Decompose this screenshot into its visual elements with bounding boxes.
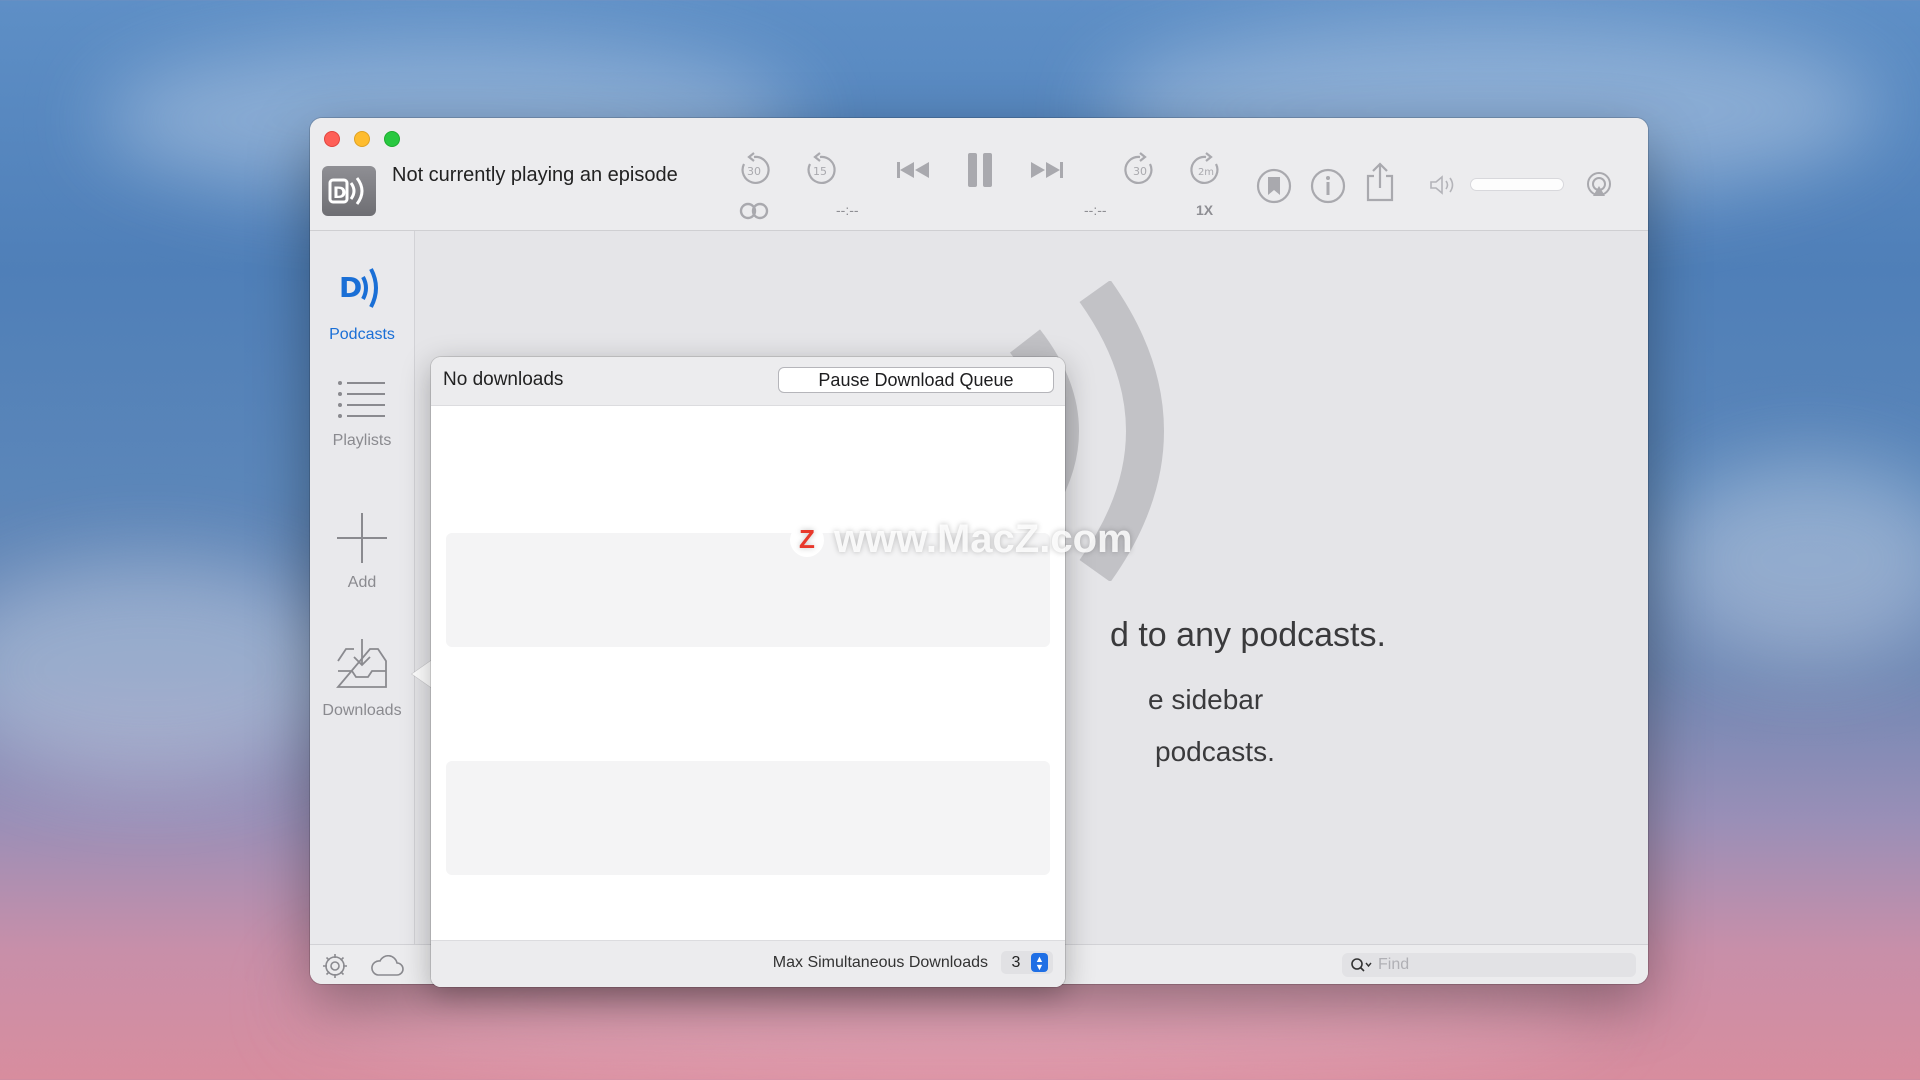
remaining-time: --:-- bbox=[1084, 202, 1107, 218]
loop-icon bbox=[739, 202, 769, 220]
sidebar: D Podcasts Playlists Add Downloads bbox=[310, 231, 415, 944]
empty-state-heading: d to any podcasts. bbox=[1110, 616, 1386, 654]
volume-button[interactable] bbox=[1426, 170, 1462, 200]
pause-download-queue-button[interactable]: Pause Download Queue bbox=[778, 367, 1054, 393]
forward-30-icon: 30 bbox=[1124, 152, 1153, 184]
cloud-icon bbox=[371, 955, 404, 976]
info-button[interactable] bbox=[1308, 166, 1348, 206]
skip-back-15-button[interactable]: 15 bbox=[800, 150, 840, 190]
empty-state-text: e sidebar bbox=[1148, 684, 1264, 715]
loop-button[interactable] bbox=[734, 198, 774, 224]
site-watermark: Z www.MacZ.com bbox=[790, 517, 1133, 562]
sidebar-item-downloads[interactable]: Downloads bbox=[310, 639, 414, 720]
next-icon bbox=[1031, 162, 1063, 178]
search-icon bbox=[1350, 957, 1372, 973]
episode-artwork: D bbox=[322, 166, 376, 216]
sidebar-item-label: Playlists bbox=[332, 432, 392, 449]
empty-state-text: podcasts. bbox=[1155, 736, 1275, 767]
max-downloads-label: Max Simultaneous Downloads bbox=[772, 954, 988, 971]
gear-icon bbox=[323, 954, 347, 978]
downloads-status: No downloads bbox=[443, 369, 564, 390]
bookmark-button[interactable] bbox=[1254, 166, 1294, 206]
watermark-logo-icon: Z bbox=[790, 522, 824, 557]
share-icon bbox=[1366, 162, 1394, 202]
svg-text:D: D bbox=[333, 183, 346, 202]
svg-text:D: D bbox=[339, 271, 362, 304]
rewind-30-icon: 30 bbox=[741, 152, 770, 184]
forward-2m-icon: 2m bbox=[1190, 152, 1219, 184]
downcast-logo-icon: D bbox=[328, 177, 364, 205]
list-item bbox=[446, 761, 1050, 875]
toolbar: D Not currently playing an episode 30 15… bbox=[310, 118, 1648, 231]
pause-icon bbox=[968, 153, 992, 187]
next-button[interactable] bbox=[1024, 152, 1068, 188]
elapsed-time: --:-- bbox=[836, 202, 859, 218]
chevron-up-down-icon: ▲ ▼ bbox=[1031, 953, 1048, 972]
max-downloads-value: 3 bbox=[1011, 953, 1021, 971]
minimize-window-button[interactable] bbox=[354, 131, 370, 147]
sidebar-item-add[interactable]: Add bbox=[310, 513, 414, 592]
info-icon bbox=[1310, 168, 1346, 204]
playback-speed[interactable]: 1X bbox=[1196, 202, 1213, 218]
cloud bbox=[1660, 460, 1920, 660]
popover-footer: Max Simultaneous Downloads 3 ▲ ▼ bbox=[431, 940, 1065, 987]
svg-text:30: 30 bbox=[1133, 165, 1147, 178]
skip-back-30-button[interactable]: 30 bbox=[734, 150, 774, 190]
sync-button[interactable] bbox=[370, 955, 404, 982]
tray-download-icon bbox=[336, 639, 387, 688]
search-placeholder: Find bbox=[1378, 956, 1410, 973]
previous-icon bbox=[897, 162, 929, 178]
speaker-icon bbox=[1430, 175, 1454, 195]
volume-slider[interactable] bbox=[1470, 178, 1564, 191]
sidebar-item-label: Add bbox=[347, 574, 377, 591]
settings-button[interactable] bbox=[322, 953, 348, 984]
list-icon bbox=[338, 381, 385, 418]
pause-button[interactable] bbox=[958, 148, 1002, 192]
svg-text:2m: 2m bbox=[1198, 167, 1214, 178]
skip-forward-2m-button[interactable]: 2m bbox=[1186, 150, 1226, 190]
sidebar-item-label: Podcasts bbox=[329, 326, 395, 343]
airplay-button[interactable] bbox=[1582, 168, 1616, 202]
svg-text:30: 30 bbox=[747, 165, 761, 178]
sidebar-item-playlists[interactable]: Playlists bbox=[310, 377, 414, 450]
sidebar-item-label: Downloads bbox=[322, 702, 402, 719]
downloads-popover: No downloads Pause Download Queue Max Si… bbox=[431, 357, 1065, 987]
max-downloads-select[interactable]: 3 ▲ ▼ bbox=[1001, 951, 1053, 974]
close-window-button[interactable] bbox=[324, 131, 340, 147]
bookmark-icon bbox=[1256, 168, 1292, 204]
plus-icon bbox=[337, 513, 387, 563]
zoom-window-button[interactable] bbox=[384, 131, 400, 147]
skip-forward-30-button[interactable]: 30 bbox=[1120, 150, 1160, 190]
previous-button[interactable] bbox=[892, 152, 936, 188]
rewind-15-icon: 15 bbox=[807, 152, 836, 184]
watermark-text: www.MacZ.com bbox=[834, 517, 1133, 561]
airplay-icon bbox=[1587, 172, 1611, 196]
popover-arrow bbox=[412, 660, 432, 688]
popover-header: No downloads Pause Download Queue bbox=[431, 357, 1065, 406]
search-field[interactable]: Find bbox=[1342, 953, 1636, 977]
svg-text:15: 15 bbox=[813, 165, 827, 178]
sidebar-item-podcasts[interactable]: D Podcasts bbox=[310, 261, 414, 344]
cloud bbox=[0, 560, 360, 780]
share-button[interactable] bbox=[1360, 160, 1400, 204]
podcasts-icon: D bbox=[339, 268, 378, 308]
now-playing-title: Not currently playing an episode bbox=[392, 164, 678, 186]
